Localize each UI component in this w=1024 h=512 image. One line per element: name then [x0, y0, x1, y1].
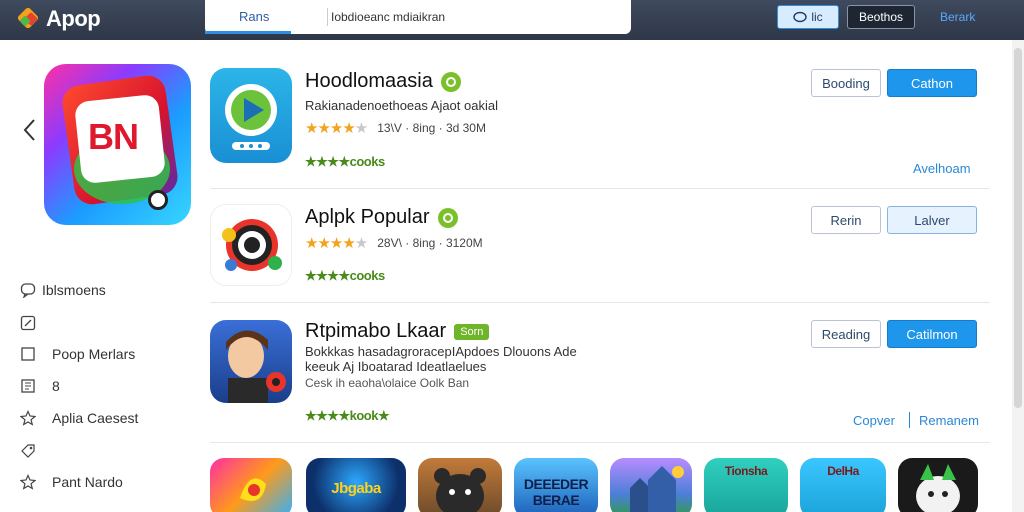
- tile-art-icon: [240, 478, 266, 501]
- star-rating-icon: ★★★★★: [305, 235, 368, 252]
- sidebar-item-5[interactable]: Aplia Caesest: [20, 410, 138, 426]
- logo-text: Apop: [46, 6, 101, 31]
- app-subtitle-2: keeuk Aj Iboatarad Ideatlaelues: [305, 359, 487, 374]
- sidebar-item-4[interactable]: 8: [20, 378, 60, 394]
- review-count: ★★★★kook★: [305, 408, 390, 423]
- toolbar-button-1[interactable]: lic: [777, 5, 839, 29]
- top-bar: Apop Rans lic Beothos Berark: [0, 0, 1024, 40]
- app-title-text: Hoodlomaasia: [305, 70, 433, 92]
- app-tile[interactable]: [898, 458, 978, 512]
- ghost-icon: [916, 464, 960, 512]
- app-title[interactable]: Rtpimabo Lkaar Sorn: [305, 320, 490, 343]
- vinyl-icon: [222, 219, 282, 271]
- app-subtitle: Bokkkas hasadagroracepIApdoes Dlouons Ad…: [305, 344, 577, 359]
- tile-label: DelHa: [827, 464, 859, 478]
- sidebar-item-label: 8: [52, 378, 60, 394]
- toolbar-button-2-label: Beothos: [858, 10, 904, 24]
- row-divider: [210, 442, 990, 443]
- app-icon[interactable]: [210, 320, 292, 403]
- bubble-icon: [793, 11, 808, 23]
- chat-bubble-icon: [20, 283, 36, 298]
- bear-icon: [434, 468, 486, 512]
- sidebar-item-3[interactable]: Poop Merlars: [20, 346, 135, 362]
- link-divider: [909, 412, 910, 428]
- app-tile[interactable]: [610, 458, 692, 512]
- featured-app-icon[interactable]: BN: [44, 64, 191, 225]
- search-tab[interactable]: Rans: [205, 0, 291, 34]
- app-title-text: Aplpk Popular: [305, 206, 430, 228]
- app-link[interactable]: Copver: [853, 413, 895, 428]
- verified-icon: [437, 207, 458, 228]
- star-outline-icon: [20, 410, 36, 426]
- app-meta: 28V\ · 8ing · 3120M: [377, 236, 483, 250]
- scroll-thumb[interactable]: [1014, 48, 1022, 408]
- top-link[interactable]: Berark: [940, 10, 975, 24]
- app-tile[interactable]: DelHa: [800, 458, 886, 512]
- primary-button[interactable]: Catilmon: [887, 320, 977, 348]
- row-divider: [210, 188, 990, 189]
- sidebar-item-6[interactable]: [20, 443, 36, 459]
- sidebar-item-2[interactable]: [20, 315, 36, 331]
- app-tile[interactable]: Tionsha: [704, 458, 788, 512]
- scrollbar[interactable]: [1012, 40, 1024, 512]
- tile-label: Tionsha: [724, 464, 768, 478]
- app-title[interactable]: Aplpk Popular: [305, 206, 458, 229]
- sidebar-item-label: Poop Merlars: [52, 346, 136, 362]
- sidebar-item-label: Iblsmoens: [42, 282, 106, 298]
- search-input[interactable]: [331, 8, 571, 26]
- app-meta: 13\V · 8ing · 3d 30M: [377, 121, 486, 135]
- app-badge: Sorn: [454, 323, 490, 340]
- tag-icon: [21, 444, 35, 458]
- review-count: ★★★★cooks: [305, 154, 385, 169]
- secondary-button[interactable]: Reading: [811, 320, 881, 348]
- row-divider: [210, 302, 990, 303]
- sidebar-item-label: Pant Nardo: [52, 474, 123, 490]
- app-logo[interactable]: Apop: [16, 6, 101, 32]
- app-title-text: Rtpimabo Lkaar: [305, 320, 447, 342]
- square-icon: [21, 347, 35, 361]
- logo-icon: [16, 6, 42, 30]
- app-tile[interactable]: [210, 458, 292, 512]
- sidebar-item-1[interactable]: Iblsmoens: [20, 282, 106, 298]
- app-link[interactable]: Remanem: [919, 413, 979, 428]
- rating-line: ★★★★★ 13\V · 8ing · 3d 30M: [305, 119, 486, 137]
- app-link[interactable]: Avelhoam: [913, 161, 971, 176]
- app-icon[interactable]: [210, 68, 292, 163]
- verified-icon: [440, 71, 461, 92]
- search-bar: Rans: [205, 0, 826, 34]
- star-outline-icon: [20, 474, 36, 490]
- app-tile[interactable]: [418, 458, 502, 512]
- tile-label: DEEEDER BERAE: [523, 476, 589, 508]
- tab-underline: [205, 31, 291, 34]
- app-meta: Cesk ih eaoha\olaice Oolk Ban: [305, 376, 470, 390]
- character-icon: [226, 330, 286, 403]
- featured-icon-art: BN: [88, 116, 139, 157]
- rating-line: ★★★★★ 28V\ · 8ing · 3120M: [305, 234, 483, 252]
- tile-label: Jbgaba: [331, 480, 381, 497]
- secondary-button[interactable]: Booding: [811, 69, 881, 97]
- sidebar-item-7[interactable]: Pant Nardo: [20, 474, 123, 490]
- secondary-button[interactable]: Rerin: [811, 206, 881, 234]
- toolbar-button-1-label: lic: [811, 10, 823, 24]
- review-count: ★★★★cooks: [305, 268, 385, 283]
- primary-button[interactable]: Cathon: [887, 69, 977, 97]
- toolbar-button-2[interactable]: Beothos: [847, 5, 915, 29]
- star-rating-icon: ★★★★★: [305, 120, 368, 137]
- bookmark-icon: [21, 379, 35, 393]
- chevron-left-icon[interactable]: [20, 116, 40, 144]
- app-icon[interactable]: [210, 204, 292, 286]
- edit-icon: [20, 315, 36, 331]
- play-icon: [225, 84, 277, 150]
- sidebar-item-label: Aplia Caesest: [52, 410, 139, 426]
- primary-button[interactable]: Lalver: [887, 206, 977, 234]
- search-divider: [327, 8, 328, 26]
- app-tile[interactable]: DEEEDER BERAE: [514, 458, 598, 512]
- app-tile[interactable]: Jbgaba: [306, 458, 406, 512]
- castle-icon: [630, 466, 684, 512]
- app-title[interactable]: Hoodlomaasia: [305, 70, 461, 93]
- search-tab-label: Rans: [239, 9, 270, 24]
- app-subtitle: Rakianadenoethoeas Ajaot oakial: [305, 98, 498, 113]
